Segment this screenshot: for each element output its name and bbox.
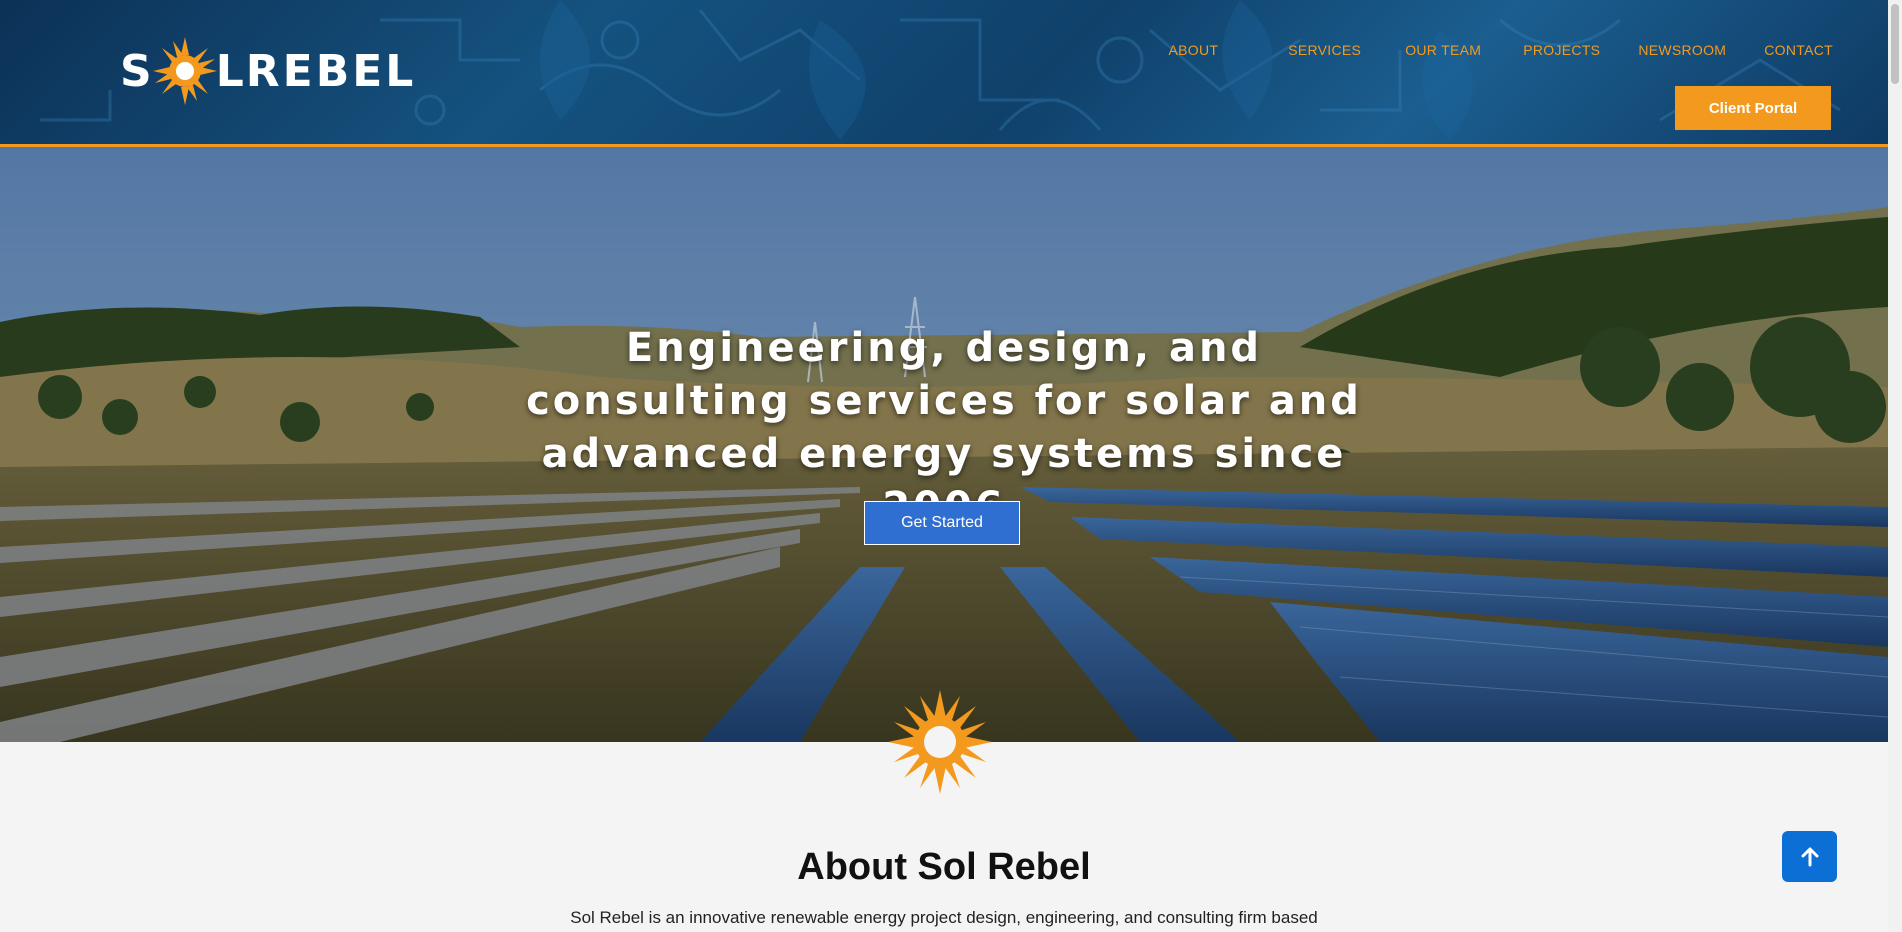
nav-item-services[interactable]: SERVICES (1288, 42, 1361, 58)
logo-rest: REBEL (245, 45, 417, 97)
nav-item-projects[interactable]: PROJECTS (1523, 42, 1600, 58)
logo-letter-s: S (120, 45, 154, 97)
get-started-button[interactable]: Get Started (864, 501, 1020, 545)
back-to-top-button[interactable] (1782, 831, 1837, 882)
sun-icon (152, 37, 217, 105)
hero-section: Engineering, design, and consulting serv… (0, 147, 1888, 742)
scrollbar-thumb[interactable] (1891, 4, 1899, 84)
nav-item-newsroom[interactable]: NEWSROOM (1638, 42, 1726, 58)
site-header: S L REBEL ABOUT SERVICES OUR TEAM PROJEC… (0, 0, 1888, 147)
client-portal-button[interactable]: Client Portal (1675, 86, 1831, 130)
nav-item-contact[interactable]: CONTACT (1764, 42, 1833, 58)
logo-wordmark: S L REBEL (120, 36, 416, 106)
main-nav: ABOUT SERVICES OUR TEAM PROJECTS NEWSROO… (1169, 42, 1834, 58)
page-scrollbar[interactable] (1888, 0, 1902, 932)
about-text: Sol Rebel is an innovative renewable ene… (570, 908, 1318, 927)
nav-item-about[interactable]: ABOUT (1169, 42, 1219, 58)
sun-icon (888, 690, 992, 794)
site-logo[interactable]: S L REBEL (120, 36, 416, 106)
nav-item-our-team[interactable]: OUR TEAM (1405, 42, 1481, 58)
logo-letter-l: L (215, 45, 246, 97)
about-title: About Sol Rebel (797, 846, 1091, 888)
arrow-up-icon (1801, 847, 1818, 866)
